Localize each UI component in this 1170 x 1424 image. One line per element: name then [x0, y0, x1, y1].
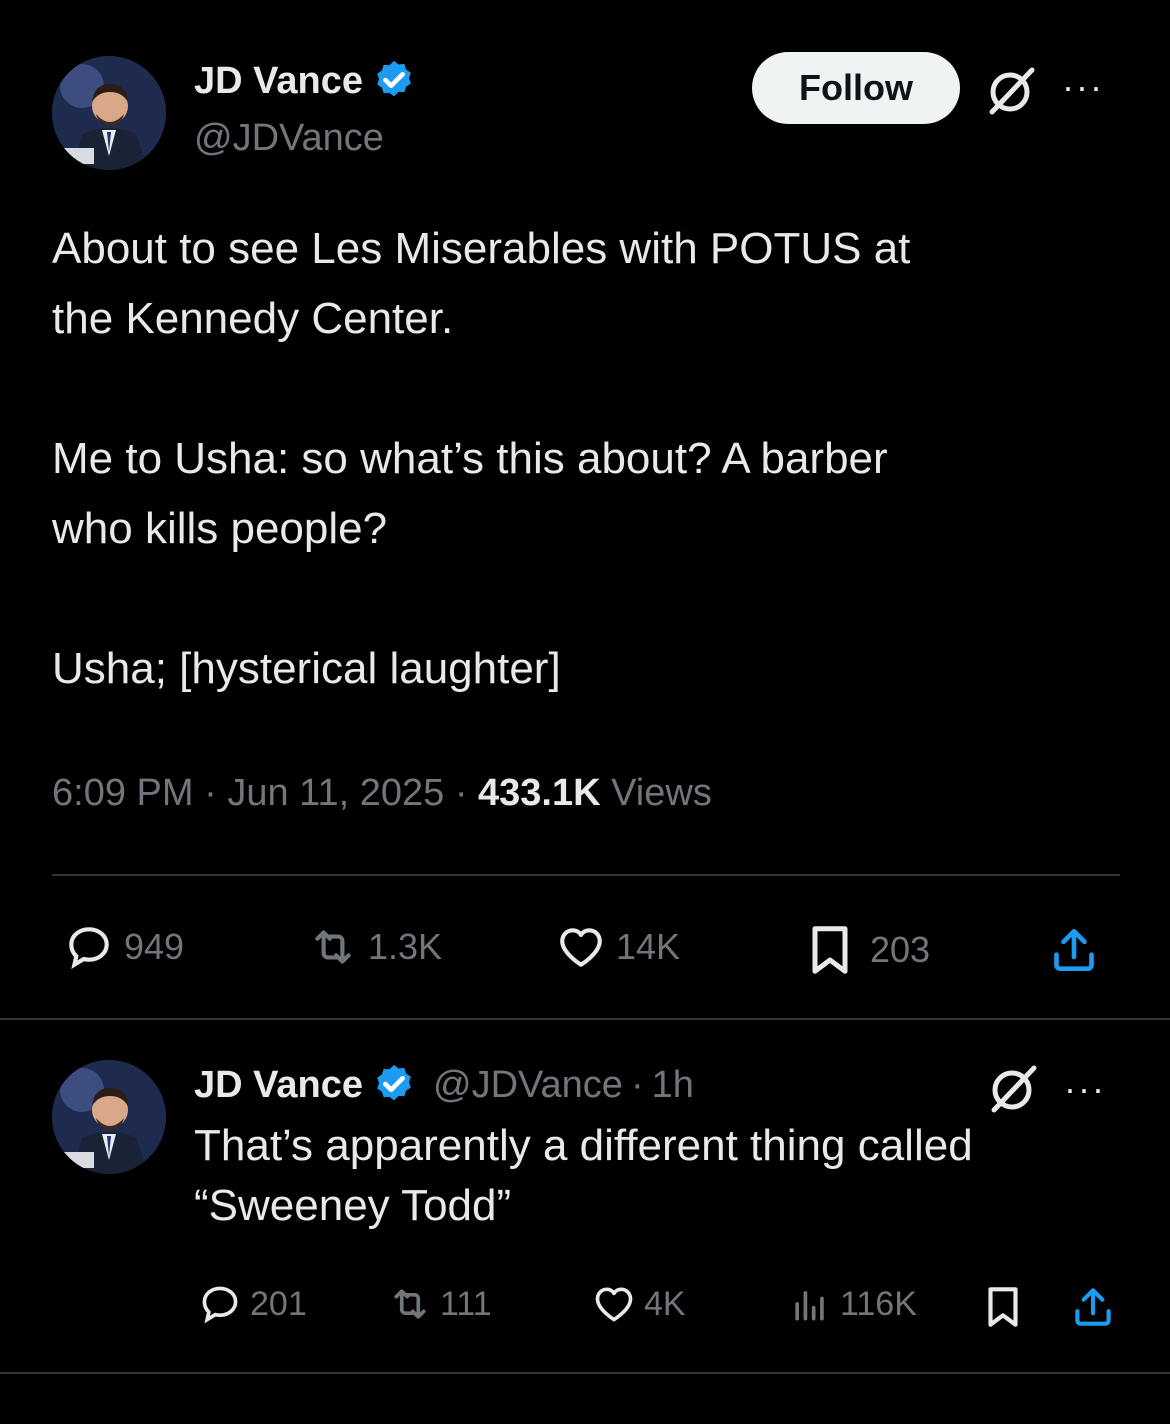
- grok-icon[interactable]: [988, 1062, 1040, 1114]
- views-count: 116K: [840, 1284, 917, 1323]
- author-handle[interactable]: @JDVance: [194, 117, 384, 160]
- divider: [52, 874, 1120, 876]
- verified-badge-icon: [377, 1064, 411, 1101]
- repost-icon: [394, 1289, 426, 1319]
- reply-text: That’s apparently a different thing call…: [194, 1121, 973, 1230]
- avatar-portrait-image: [52, 1060, 166, 1174]
- verified-badge-icon: [377, 60, 411, 97]
- like-icon: [560, 928, 602, 967]
- divider: [0, 1372, 1170, 1374]
- post-time[interactable]: 6:09 PM: [52, 772, 194, 814]
- views-count[interactable]: 433.1K: [478, 772, 601, 814]
- reply-count: 949: [124, 926, 185, 967]
- repost-count: 1.3K: [368, 926, 443, 967]
- follow-button[interactable]: Follow: [752, 52, 960, 124]
- post-text: About to see Les Miserables with POTUS a…: [52, 224, 911, 693]
- author-name[interactable]: JD Vance: [194, 60, 363, 103]
- share-icon[interactable]: [1046, 922, 1102, 978]
- repost-icon: [315, 930, 351, 964]
- reply-count: 201: [250, 1284, 307, 1323]
- bookmark-icon: [812, 926, 848, 974]
- reply-time[interactable]: 1h: [652, 1064, 694, 1107]
- avatar-portrait-image: [52, 56, 166, 170]
- reply-button[interactable]: 949: [64, 922, 184, 972]
- separator-dot: ·: [204, 772, 217, 814]
- separator-dot: ·: [630, 1063, 644, 1106]
- reply-author-avatar[interactable]: [52, 1060, 166, 1174]
- reply-like-button[interactable]: 4K: [592, 1282, 686, 1326]
- like-icon: [595, 1287, 633, 1322]
- bookmark-icon[interactable]: [978, 1282, 1028, 1332]
- reply-author-name[interactable]: JD Vance: [194, 1064, 363, 1107]
- views-icon: [795, 1291, 824, 1321]
- views-label: Views: [611, 772, 712, 814]
- reply-icon: [202, 1286, 238, 1324]
- bookmark-count: 203: [870, 929, 931, 970]
- bookmark-button[interactable]: 203: [800, 920, 930, 980]
- repost-count: 111: [440, 1284, 492, 1323]
- more-options-button[interactable]: ···: [1062, 66, 1104, 108]
- reply-icon: [69, 927, 109, 970]
- separator-dot: ·: [454, 772, 468, 814]
- like-count: 4K: [644, 1284, 686, 1323]
- reply-views-button[interactable]: 116K: [788, 1282, 917, 1326]
- reply-repost-button[interactable]: 111: [388, 1282, 492, 1326]
- like-button[interactable]: 14K: [556, 922, 680, 972]
- author-avatar[interactable]: [52, 56, 166, 170]
- post-date[interactable]: Jun 11, 2025: [227, 772, 444, 814]
- repost-button[interactable]: 1.3K: [308, 922, 442, 972]
- reply-reply-button[interactable]: 201: [198, 1282, 307, 1326]
- like-count: 14K: [616, 926, 681, 967]
- post-metadata: 6:09 PM · Jun 11, 2025 · 433.1K Views: [52, 772, 712, 815]
- divider: [0, 1018, 1170, 1020]
- reply-more-options-button[interactable]: ···: [1064, 1068, 1106, 1110]
- reply-author-handle[interactable]: @JDVance: [433, 1064, 623, 1107]
- grok-icon[interactable]: [986, 64, 1038, 116]
- share-icon[interactable]: [1068, 1282, 1118, 1332]
